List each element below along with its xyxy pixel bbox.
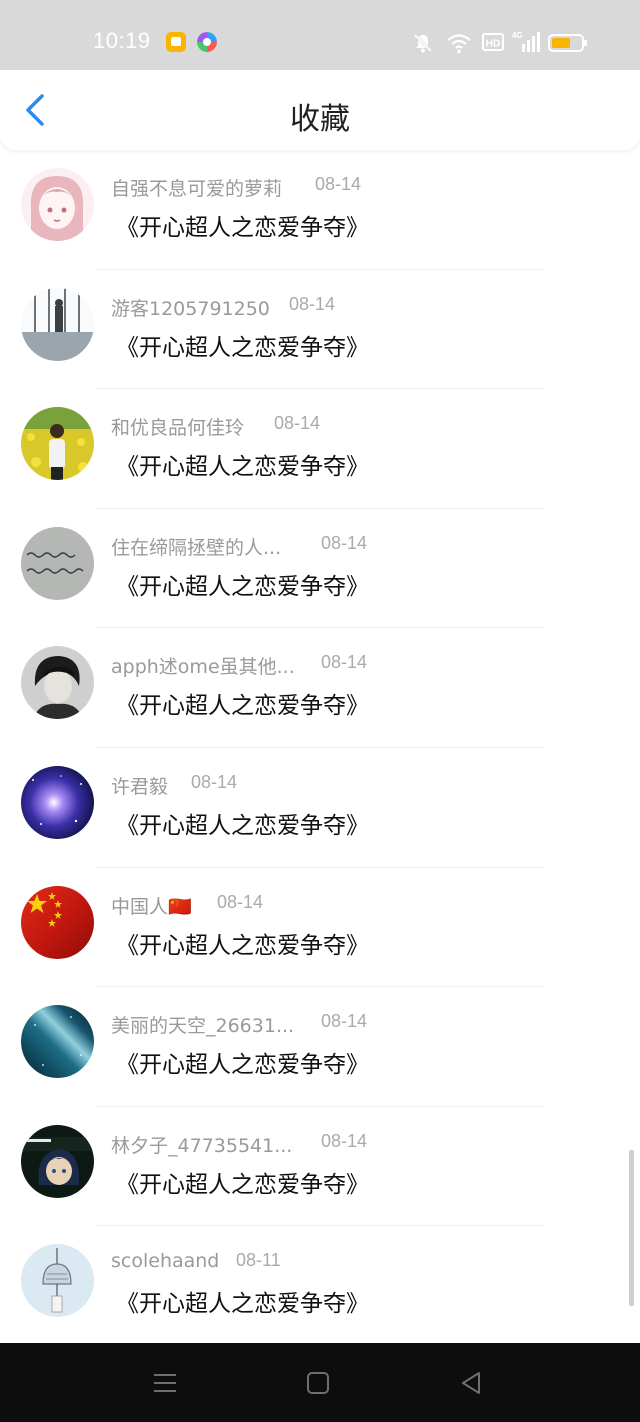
user-name: 游客1205791250 [111, 297, 270, 320]
scrollbar[interactable] [629, 1150, 634, 1306]
favorites-list: 自强不息可爱的萝莉 08-14 《开心超人之恋爱争夺》 游客1205791250… [0, 150, 640, 1346]
handwriting-avatar [21, 526, 94, 600]
date-label: 08-11 [236, 1250, 281, 1271]
date-label: 08-14 [274, 413, 321, 434]
list-item[interactable]: 自强不息可爱的萝莉 08-14 《开心超人之恋爱争夺》 [0, 150, 640, 270]
date-label: 08-14 [321, 1011, 368, 1032]
status-time: 10:19 [93, 28, 151, 53]
list-item[interactable]: 许君毅 08-14 《开心超人之恋爱争夺》 [0, 748, 640, 868]
date-label: 08-14 [191, 771, 238, 792]
page-title: 收藏 [290, 102, 350, 137]
date-label: 08-14 [289, 293, 336, 314]
anime-girl-avatar [21, 168, 94, 241]
home-icon[interactable] [304, 1369, 332, 1397]
flag-avatar [21, 885, 94, 959]
wind-chime-avatar [21, 1244, 94, 1318]
mute-icon [413, 33, 433, 53]
night-sky-avatar [21, 1005, 94, 1079]
user-name: 住在缔隔拯壁的人... [111, 536, 282, 559]
user-name: apph述ome虽其他... [111, 656, 295, 679]
favorite-title: 《开心超人之恋爱争夺》 [116, 1171, 369, 1198]
favorite-title: 《开心超人之恋爱争夺》 [116, 932, 369, 959]
system-nav-bar [0, 1343, 640, 1422]
favorite-title: 《开心超人之恋爱争夺》 [116, 1052, 369, 1079]
list-item[interactable]: apph述ome虽其他... 08-14 《开心超人之恋爱争夺》 [0, 628, 640, 748]
list-item[interactable]: 中国人🇨🇳 08-14 《开心超人之恋爱争夺》 [0, 868, 640, 988]
list-item[interactable]: 林夕子_47735541... 08-14 《开心超人之恋爱争夺》 [0, 1107, 640, 1227]
favorite-title: 《开心超人之恋爱争夺》 [116, 812, 369, 839]
date-label: 08-14 [321, 1130, 368, 1151]
user-name: 林夕子_47735541... [111, 1134, 293, 1157]
list-item[interactable]: 住在缔隔拯壁的人... 08-14 《开心超人之恋爱争夺》 [0, 509, 640, 629]
back-triangle-icon[interactable] [457, 1369, 485, 1397]
nav-bar: 收藏 [0, 70, 640, 150]
user-name: scolehaand [111, 1250, 220, 1273]
date-label: 08-14 [217, 891, 264, 912]
signal-4g-icon: 4G [512, 31, 540, 52]
notification-app-icon [166, 32, 186, 52]
svg-text:4G: 4G [512, 31, 523, 40]
favorite-title: 《开心超人之恋爱争夺》 [116, 334, 369, 361]
window-man-avatar [21, 287, 94, 361]
favorite-title: 《开心超人之恋爱争夺》 [116, 1291, 369, 1318]
date-label: 08-14 [321, 652, 368, 673]
user-name: 美丽的天空_26631... [111, 1015, 295, 1038]
user-name: 自强不息可爱的萝莉 [111, 178, 283, 200]
list-item[interactable]: 游客1205791250 08-14 《开心超人之恋爱争夺》 [0, 270, 640, 390]
date-label: 08-14 [315, 174, 362, 194]
favorite-title: 《开心超人之恋爱争夺》 [116, 454, 369, 481]
user-name: 中国人🇨🇳 [111, 895, 192, 918]
status-bar: 10:19 HD 4G [0, 0, 640, 70]
list-item[interactable]: scolehaand 08-11 《开心超人之恋爱争夺》 [0, 1226, 640, 1346]
portrait-avatar [21, 646, 94, 720]
list-item[interactable]: 美丽的天空_26631... 08-14 《开心超人之恋爱争夺》 [0, 987, 640, 1107]
photos-app-icon [197, 32, 217, 52]
list-item[interactable]: 和优良品何佳玲 08-14 《开心超人之恋爱争夺》 [0, 389, 640, 509]
favorite-title: 《开心超人之恋爱争夺》 [116, 693, 369, 720]
favorite-title: 《开心超人之恋爱争夺》 [116, 215, 369, 241]
flower-field-avatar [21, 407, 94, 481]
anime-boy-avatar [21, 1124, 94, 1198]
battery-icon [548, 34, 587, 52]
menu-icon[interactable] [151, 1369, 179, 1397]
wifi-icon [447, 34, 471, 54]
hd-icon: HD [482, 33, 504, 51]
svg-text:HD: HD [486, 39, 500, 50]
galaxy-avatar [21, 765, 94, 839]
date-label: 08-14 [321, 532, 368, 553]
favorite-title: 《开心超人之恋爱争夺》 [116, 573, 369, 600]
